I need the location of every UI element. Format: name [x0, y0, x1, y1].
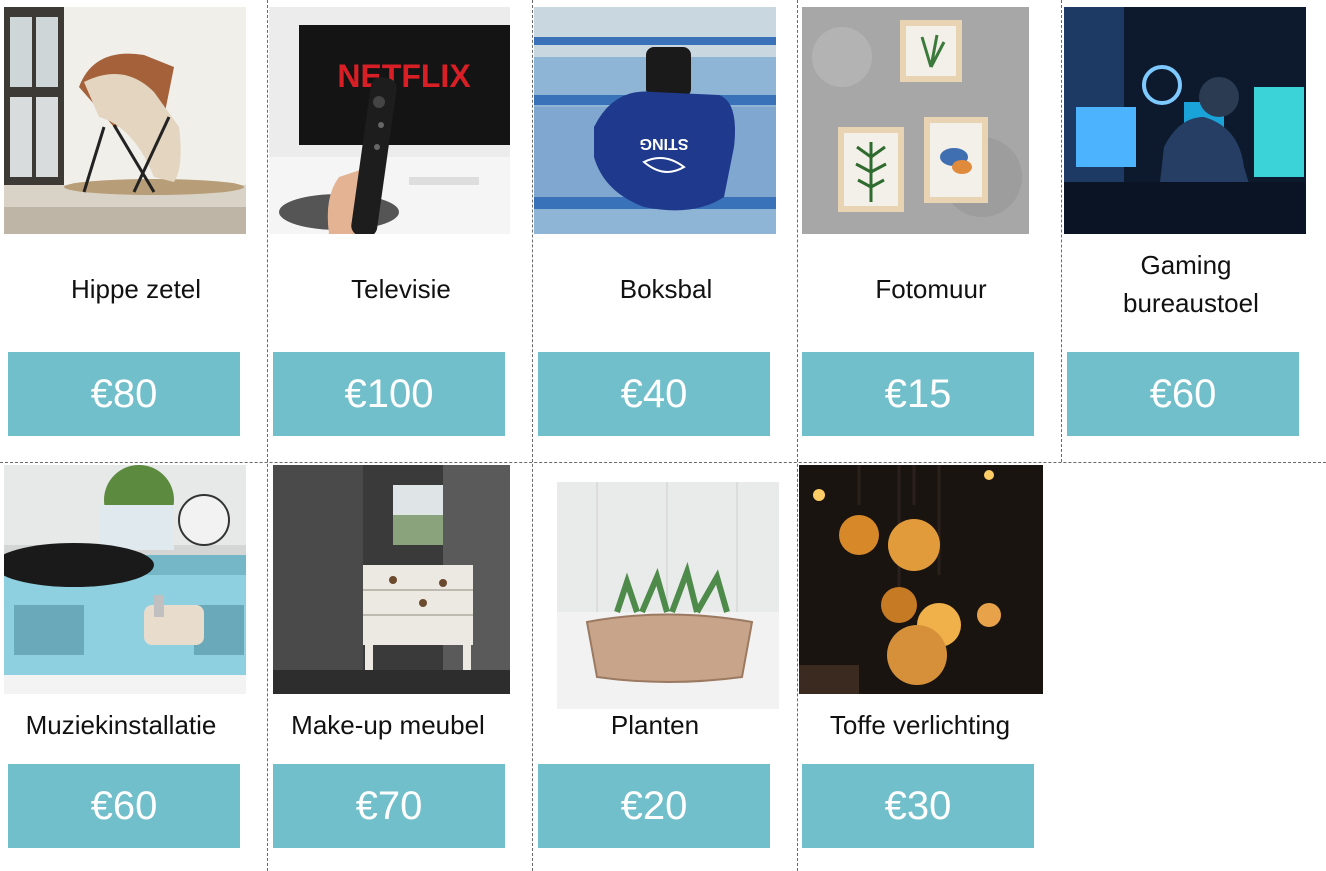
- gaming-setup-image: [1064, 7, 1306, 234]
- cut-line-horizontal: [0, 462, 1326, 463]
- price-button[interactable]: €60: [8, 764, 240, 848]
- product-name: Toffe verlichting: [829, 710, 1011, 740]
- product-card-muziekinstallatie: Muziekinstallatie €60: [4, 464, 268, 871]
- product-name: Gaming bureaustoel: [1123, 250, 1259, 318]
- price-button[interactable]: €100: [273, 352, 505, 436]
- product-card-fotomuur: Fotomuur €15: [799, 0, 1063, 462]
- glove-brand-text: STING: [640, 135, 689, 152]
- butterfly-chair-image: [4, 7, 246, 234]
- price-button[interactable]: €15: [802, 352, 1034, 436]
- price-button[interactable]: €30: [802, 764, 1034, 848]
- product-card-televisie: NETFLIX Televisie €100: [269, 0, 533, 462]
- product-card-make-up-meubel: Make-up meubel €70: [269, 464, 533, 871]
- price-button[interactable]: €70: [273, 764, 505, 848]
- product-card-gaming-bureaustoel: Gaming bureaustoel €60: [1063, 0, 1326, 462]
- boxing-glove-image: STING: [534, 7, 776, 234]
- product-name: Planten: [610, 710, 700, 740]
- product-card-hippe-zetel: Hippe zetel €80: [4, 0, 268, 462]
- product-card-planten: Planten €20: [534, 464, 798, 871]
- product-name: Muziekinstallatie: [25, 710, 217, 740]
- product-name: Televisie: [351, 274, 451, 304]
- framed-plant-art-image: [802, 7, 1029, 234]
- price-button[interactable]: €40: [538, 352, 770, 436]
- vanity-dresser-image: [273, 465, 510, 694]
- netflix-logo-text: NETFLIX: [337, 58, 471, 94]
- record-player-image: [4, 465, 246, 694]
- product-card-toffe-verlichting: Toffe verlichting €30: [799, 464, 1063, 871]
- product-name: Make-up meubel: [291, 710, 485, 740]
- price-button[interactable]: €20: [538, 764, 770, 848]
- succulent-planter-image: [557, 482, 779, 709]
- edison-bulbs-image: [799, 465, 1043, 694]
- product-name: Boksbal: [619, 274, 713, 304]
- price-button[interactable]: €80: [8, 352, 240, 436]
- price-button[interactable]: €60: [1067, 352, 1299, 436]
- product-card-boksbal: STING Boksbal €40: [534, 0, 798, 462]
- netflix-tv-remote-image: NETFLIX: [269, 7, 510, 234]
- product-name: Hippe zetel: [70, 274, 202, 304]
- product-name: Fotomuur: [875, 274, 987, 304]
